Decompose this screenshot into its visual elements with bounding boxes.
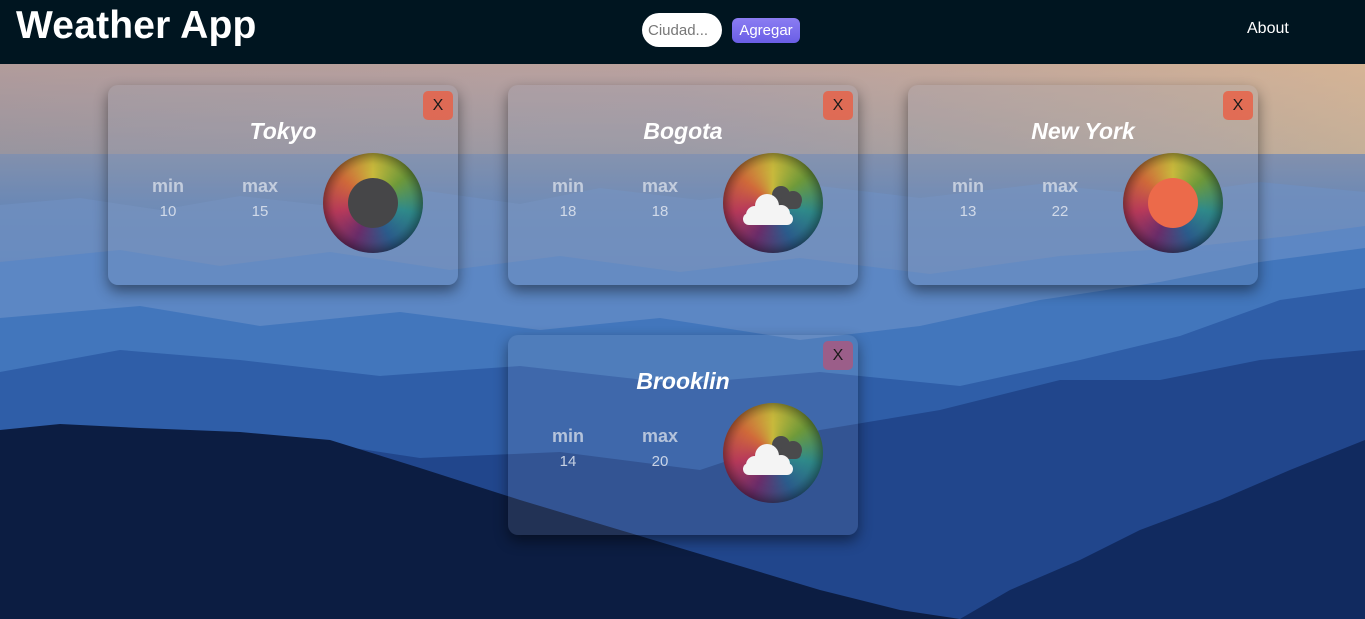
city-card: X Bogota min 18 max 18 [508, 85, 858, 285]
weather-icon [723, 403, 823, 503]
about-link[interactable]: About [1247, 20, 1289, 38]
min-value: 18 [559, 203, 577, 220]
city-card: X Brooklin min 14 max 20 [508, 335, 858, 535]
min-value: 10 [159, 203, 177, 220]
min-label: min [951, 176, 984, 196]
city-search-input[interactable] [642, 13, 722, 47]
max-label: max [1041, 176, 1079, 196]
max-label: max [241, 176, 279, 196]
weather-icon [323, 153, 423, 253]
max-temp: max 18 [630, 176, 690, 220]
close-card-button[interactable]: X [823, 91, 853, 120]
city-name: New York [1031, 118, 1135, 144]
max-temp: max 20 [630, 426, 690, 470]
close-card-button[interactable]: X [423, 91, 453, 120]
min-temp: min 18 [538, 176, 598, 220]
sun-icon [1148, 178, 1198, 228]
weather-icon [723, 153, 823, 253]
weather-icon [1123, 153, 1223, 253]
add-city-button[interactable]: Agregar [732, 18, 800, 43]
max-label: max [641, 176, 679, 196]
broken-clouds-icon [743, 186, 802, 225]
navbar: Weather App Agregar About [0, 0, 1365, 64]
close-card-button[interactable]: X [1223, 91, 1253, 120]
broken-clouds-icon [743, 436, 802, 475]
min-value: 13 [959, 203, 977, 220]
max-label: max [641, 426, 679, 446]
min-temp: min 13 [938, 176, 998, 220]
city-name: Tokyo [249, 118, 317, 144]
city-name: Bogota [643, 118, 723, 144]
min-label: min [551, 176, 584, 196]
min-label: min [551, 426, 584, 446]
dark-circle-icon [348, 178, 398, 228]
max-value: 22 [1051, 203, 1069, 220]
min-value: 14 [559, 453, 577, 470]
max-value: 18 [651, 203, 669, 220]
min-temp: min 10 [138, 176, 198, 220]
city-card: X Tokyo min 10 max 15 [108, 85, 458, 285]
city-card: X New York min 13 max 22 [908, 85, 1258, 285]
city-name: Brooklin [636, 368, 730, 394]
app-title: Weather App [16, 4, 257, 47]
min-temp: min 14 [538, 426, 598, 470]
min-label: min [151, 176, 184, 196]
max-value: 20 [651, 453, 669, 470]
close-card-button[interactable]: X [823, 341, 853, 370]
max-temp: max 15 [230, 176, 290, 220]
max-value: 15 [251, 203, 269, 220]
max-temp: max 22 [1030, 176, 1090, 220]
